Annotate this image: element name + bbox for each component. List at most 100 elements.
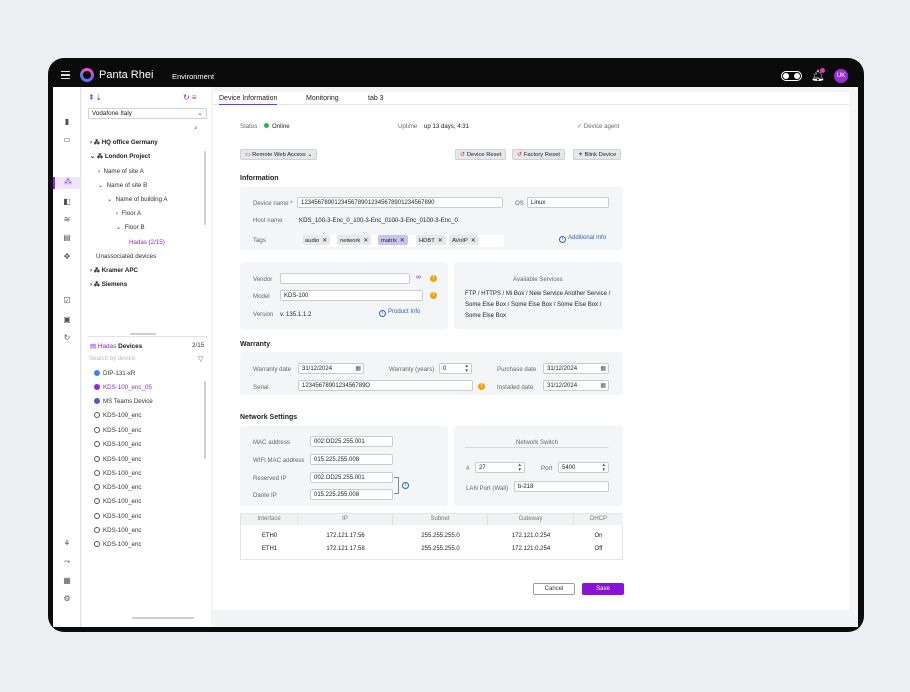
refresh-icon[interactable]: ↻ — [62, 333, 72, 343]
warranty-date-input[interactable]: 31/12/2024 ▦ — [298, 363, 364, 374]
theme-toggle[interactable] — [781, 71, 802, 81]
check-icon[interactable]: ☑ — [62, 296, 72, 306]
divider — [88, 336, 207, 337]
list-item[interactable]: KDS-100_enc — [94, 498, 142, 505]
tree-item-site-a[interactable]: › Name of site A — [98, 168, 144, 175]
list-item[interactable]: KDS-100_enc — [94, 484, 142, 491]
device-search-input[interactable]: Search by device — [89, 356, 135, 362]
save-button[interactable]: Save — [582, 583, 624, 595]
tag-chip[interactable]: HDBT ✕ — [416, 235, 446, 245]
tree-item-hadas[interactable]: Hadas (2/15) — [129, 239, 165, 246]
chevron-down-icon: ⌄ — [197, 110, 203, 117]
tree-item-building-a[interactable]: ⌄ Name of building A — [107, 196, 168, 203]
model-input[interactable]: KDS-100 — [280, 290, 423, 301]
devices-scrollbar[interactable] — [204, 381, 206, 459]
tree-item-london[interactable]: ⌄ ⁂ London Project — [90, 153, 150, 160]
logo-icon — [80, 68, 94, 82]
remote-web-access-button[interactable]: ▭ Remote Web Access ⌄ — [240, 149, 318, 160]
cancel-button[interactable]: Cancel — [533, 583, 575, 595]
tree-item-hq[interactable]: › ⁂ HQ office Germany — [90, 139, 158, 146]
list-item[interactable]: KDS-100_enc — [94, 441, 142, 448]
blink-device-button[interactable]: ✦ Blink Device — [573, 149, 622, 160]
tree-item-site-b[interactable]: ⌄ Name of site B — [98, 182, 147, 189]
list-item[interactable]: KDS-100_enc — [94, 527, 142, 534]
rack-icon[interactable]: ▤ — [62, 233, 72, 243]
mac-input[interactable]: 002:OD25.255.001 — [310, 436, 393, 447]
tab-monitoring[interactable]: Monitoring — [306, 95, 339, 102]
avatar[interactable]: UK — [834, 69, 848, 83]
path-icon[interactable]: ⤳ — [62, 557, 72, 567]
tree-item-floor-b[interactable]: ⌄ Floor B — [116, 224, 145, 231]
tag-chip[interactable]: network ✕ — [337, 235, 372, 245]
status-badge: Online — [264, 123, 290, 130]
tags-input[interactable]: audio ✕ network ✕ matrix ✕ HDBT ✕ AVoIP ✕ — [301, 235, 504, 247]
list-item[interactable]: KDS-100_enc — [94, 470, 142, 477]
table-cell: 172.121.17.56 — [326, 533, 365, 539]
sync-icons[interactable]: ↻ ≡ — [183, 93, 197, 102]
serial-input[interactable]: 1234567890123456789O — [298, 380, 473, 391]
warranty-years-label: Warranty (years) — [389, 366, 435, 373]
devices-header: ▤ Hadas Devices — [90, 343, 143, 350]
factory-reset-button[interactable]: ↺ Factory Reset — [512, 149, 565, 160]
tag-chip[interactable]: AVoIP ✕ — [449, 235, 479, 245]
table-cell: ETH1 — [261, 546, 278, 552]
menu-icon[interactable] — [61, 71, 70, 79]
tree-item-unassociated[interactable]: Unassociated devices — [96, 253, 156, 260]
tree-scrollbar[interactable] — [204, 151, 206, 225]
list-item[interactable]: KDS-100_enc — [94, 456, 142, 463]
tree-item-siemens[interactable]: › ⁂ Siemens — [90, 281, 127, 288]
os-input[interactable]: Linux — [527, 197, 609, 208]
filter-icons[interactable]: ⇞ ⤓ — [88, 93, 100, 103]
table-cell: 172.121.17.58 — [326, 546, 365, 552]
screen-icon[interactable]: ▣ — [62, 315, 72, 325]
filter-icon[interactable]: ▽ — [198, 355, 203, 363]
org-select[interactable]: Vodafone Italy ⌄ — [88, 108, 207, 119]
installed-date-input[interactable]: 31/12/2024 ▦ — [543, 380, 609, 391]
purchase-date-input[interactable]: 31/12/2024 ▦ — [543, 363, 609, 374]
report-icon[interactable]: ▦ — [62, 576, 72, 586]
tree-h-scrollbar[interactable] — [130, 333, 156, 335]
port-stepper[interactable]: 5400 ▲ ▼ — [558, 462, 609, 473]
list-item[interactable]: KDS-100_enc — [94, 541, 142, 548]
environment-label[interactable]: Environment — [172, 72, 214, 81]
settings-icon[interactable]: ⚙ — [62, 594, 72, 604]
list-item[interactable]: KDS-100_enc — [94, 412, 142, 419]
table-cell: 255.255.255.0 — [421, 533, 460, 539]
device-icon[interactable]: ◧ — [62, 197, 72, 207]
tag-chip[interactable]: matrix ✕ — [378, 235, 408, 245]
tab-device-information[interactable]: Device Information — [219, 95, 278, 105]
lan-port-input[interactable]: b-218 — [514, 481, 609, 492]
tab-3[interactable]: tab 3 — [368, 95, 384, 102]
warranty-years-stepper[interactable]: 0 ▲ ▼ — [439, 363, 472, 374]
org-icon[interactable]: ⚘ — [62, 539, 72, 549]
additional-info-link[interactable]: i Additional Info — [559, 235, 606, 243]
product-info-link[interactable]: i Product Info — [379, 309, 420, 317]
list-item[interactable]: DIP-131-xR — [94, 370, 135, 377]
list-item[interactable]: KDS-100_enc — [94, 513, 142, 520]
list-item[interactable]: KDS-100_enc_05 — [94, 384, 152, 391]
search-icon[interactable]: ⌕ — [194, 125, 198, 133]
warning-icon: ! — [478, 383, 485, 390]
signal-icon[interactable]: ≋ — [62, 215, 72, 225]
dashboard-icon[interactable]: ▮ — [62, 117, 72, 127]
tree-item-floor-a[interactable]: › Floor A — [116, 210, 141, 217]
reserved-ip-label: Reserved IP — [253, 475, 287, 482]
tree-item-kramer[interactable]: › ⁂ Kramer APC — [90, 267, 138, 274]
topology-icon[interactable]: ⁂ — [53, 177, 81, 189]
switch-number-stepper[interactable]: 27 ▲ ▼ — [475, 462, 525, 473]
move-icon[interactable]: ✥ — [62, 252, 72, 262]
wifi-mac-input[interactable]: 015.225.255.008 — [310, 454, 393, 465]
binoculars-icon[interactable]: ∞ — [416, 274, 421, 281]
warning-icon: ! — [430, 275, 437, 282]
device-reset-button[interactable]: ↺ Device Reset — [455, 149, 507, 160]
reserved-ip-input[interactable]: 002.OD25.255.001 — [310, 472, 393, 483]
dante-ip-input[interactable]: 015.225.255.008 — [310, 489, 393, 500]
devices-h-scrollbar[interactable] — [132, 617, 194, 619]
vendor-input[interactable] — [280, 273, 410, 284]
list-item[interactable]: MS Teams Device — [94, 398, 153, 405]
ip-info-icon[interactable]: i — [402, 481, 411, 489]
tag-chip[interactable]: audio ✕ — [302, 235, 331, 245]
list-item[interactable]: KDS-100_enc — [94, 427, 142, 434]
device-name-input[interactable]: 1234567890123456789012345678901234567890 — [297, 197, 503, 208]
monitor-icon[interactable]: ▭ — [62, 135, 72, 145]
